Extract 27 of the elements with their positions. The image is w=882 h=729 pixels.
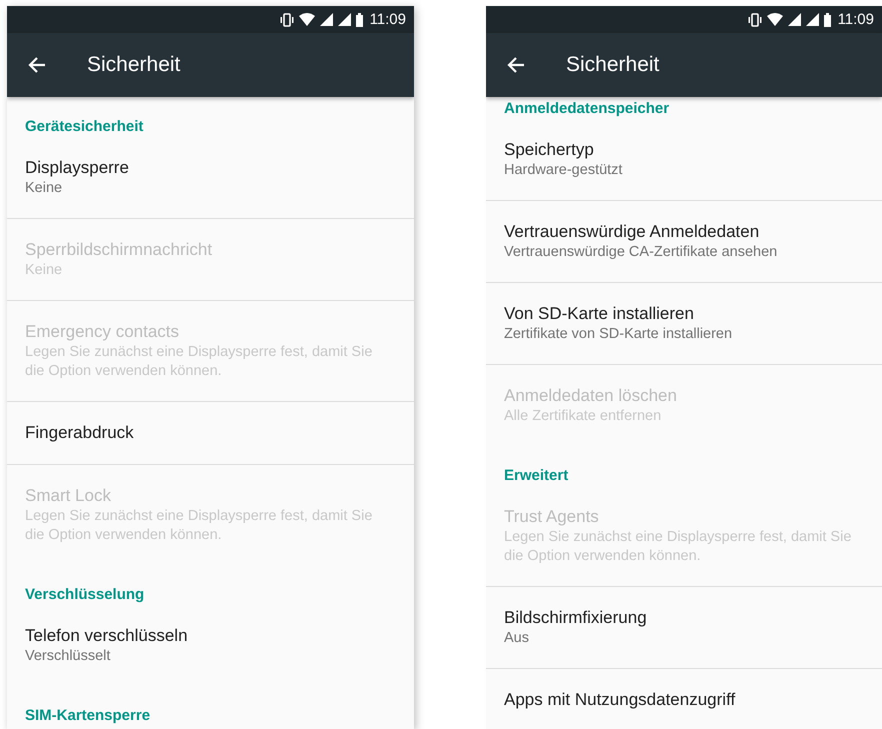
settings-item[interactable]: Displaysperre Keine [7,137,414,219]
section-header: SIM-Kartensperre [24,706,152,726]
signal-icon [806,13,819,26]
signal-icon [320,13,333,26]
battery-icon [824,12,831,26]
signal-icon [788,13,801,26]
settings-item[interactable]: Von SD-Karte installieren Zertifikate von SD-Karte installieren [486,283,882,365]
battery-icon [356,12,363,26]
toolbar-title: Sicherheit [566,52,660,78]
status-time: 11:09 [370,12,406,27]
settings-item[interactable]: Fingerabdruck [7,402,414,465]
wifi-icon [766,13,783,26]
status-time: 11:09 [838,12,874,27]
signal-icon [338,13,351,26]
settings-item[interactable]: Bildschirmfixierung Aus [486,587,882,669]
vibrate-icon [280,12,294,26]
settings-item[interactable]: Speichertyp Hardware-gestützt [486,119,882,201]
settings-item[interactable]: Vertrauenswürdige Anmeldedaten Vertrauenswürdige CA-Zertifikate ansehen [486,201,882,283]
settings-item[interactable]: Apps mit Nutzungsdatenzugriff [486,669,882,729]
section-header: Anmeldedatenspeicher [503,99,670,119]
vibrate-icon [748,12,762,26]
settings-item[interactable]: Telefon verschlüsseln Verschlüsselt [7,605,414,686]
wifi-icon [298,13,315,26]
section-header: Verschlüsselung [24,585,146,605]
section-header: Erweitert [503,466,570,486]
section-header: Gerätesicherheit [24,117,144,137]
toolbar-title: Sicherheit [87,52,180,78]
